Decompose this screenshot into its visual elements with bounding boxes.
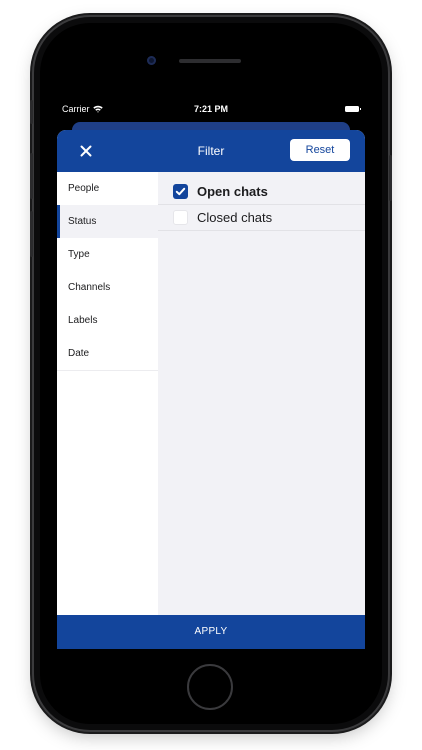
sidebar-item-date[interactable]: Date	[57, 337, 158, 370]
mute-switch	[30, 100, 33, 124]
sidebar-list: People Status Type Channels Labels Date	[57, 172, 158, 371]
checkmark-icon	[175, 187, 186, 196]
page: Carrier 7:21 PM Filter Reset People Stat…	[0, 0, 422, 750]
front-camera	[147, 56, 156, 65]
option-closed-chats[interactable]: Closed chats	[158, 205, 365, 231]
sidebar-item-label: Channels	[68, 282, 111, 293]
status-time: 7:21 PM	[193, 104, 228, 114]
filter-category-sidebar: People Status Type Channels Labels Date	[57, 172, 158, 615]
sidebar-item-label: Labels	[68, 315, 98, 326]
sidebar-item-status[interactable]: Status	[57, 205, 158, 238]
filter-sheet: Filter Reset People Status Type Channels…	[57, 130, 365, 649]
option-open-chats[interactable]: Open chats	[158, 179, 365, 205]
checkbox-unchecked[interactable]	[173, 210, 188, 225]
option-label: Open chats	[197, 184, 268, 199]
reset-button[interactable]: Reset	[290, 139, 350, 161]
power-button	[389, 155, 392, 201]
sidebar-item-label: Date	[68, 348, 90, 359]
filter-header: Filter Reset	[57, 130, 365, 172]
sidebar-item-label: Type	[68, 249, 90, 260]
status-bar: Carrier 7:21 PM	[57, 98, 365, 120]
home-button[interactable]	[187, 664, 233, 710]
earpiece-speaker	[179, 59, 241, 63]
phone-frame: Carrier 7:21 PM Filter Reset People Stat…	[30, 17, 392, 730]
screen: Carrier 7:21 PM Filter Reset People Stat…	[57, 98, 365, 649]
volume-up-button	[30, 153, 33, 199]
volume-down-button	[30, 211, 33, 257]
sidebar-item-people[interactable]: People	[57, 172, 158, 205]
sidebar-item-labels[interactable]: Labels	[57, 304, 158, 337]
battery-icon	[345, 106, 361, 112]
sidebar-item-channels[interactable]: Channels	[57, 271, 158, 304]
sidebar-item-label: People	[68, 183, 100, 194]
status-options-panel: Open chats Closed chats	[158, 172, 365, 615]
checkbox-checked[interactable]	[173, 184, 188, 199]
option-label: Closed chats	[197, 210, 273, 225]
apply-button[interactable]: APPLY	[57, 615, 365, 649]
sidebar-item-type[interactable]: Type	[57, 238, 158, 271]
sidebar-item-label: Status	[68, 216, 97, 227]
